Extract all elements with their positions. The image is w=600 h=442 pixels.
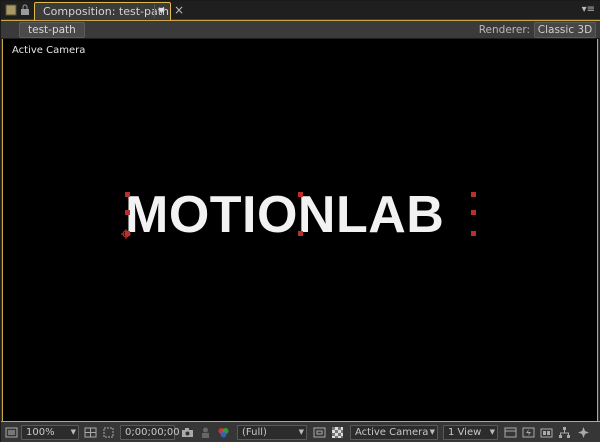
fast-previews-icon[interactable] <box>522 426 535 439</box>
chevron-down-icon: ▼ <box>70 428 76 436</box>
transparency-grid-icon[interactable] <box>331 426 344 439</box>
chevron-down-icon: ▼ <box>489 428 495 436</box>
renderer-label: Renderer: <box>478 24 530 36</box>
snapshot-camera-icon[interactable] <box>181 426 194 439</box>
current-time-display[interactable]: 0;00;00;00 <box>120 425 180 440</box>
3d-view-value: Active Camera <box>355 427 429 438</box>
composition-viewer[interactable]: Active Camera MOTIONLAB <box>2 39 598 421</box>
mask-path-icon[interactable] <box>102 426 115 439</box>
handle-bottom-right[interactable] <box>471 231 476 236</box>
grid-guides-icon[interactable] <box>84 426 97 439</box>
timeline-icon[interactable] <box>540 426 553 439</box>
handle-middle-right[interactable] <box>471 210 476 215</box>
view-layout-dropdown[interactable]: 1 View ▼ <box>443 425 498 440</box>
channel-rgb-icon[interactable] <box>217 426 230 439</box>
tab-composition[interactable]: Composition: test-path ▼ <box>34 2 171 20</box>
3d-view-dropdown[interactable]: Active Camera ▼ <box>350 425 438 440</box>
handle-middle-left[interactable] <box>125 210 130 215</box>
composition-header: test-path Renderer: Classic 3D <box>1 20 600 39</box>
tab-dropdown-icon[interactable]: ▼ <box>154 4 168 18</box>
timecode-value: 0;00;00;00 <box>125 427 180 438</box>
resolution-dropdown[interactable]: (Full) ▼ <box>237 425 307 440</box>
resolution-value: (Full) <box>242 427 267 438</box>
region-of-interest-icon[interactable] <box>313 426 326 439</box>
reset-exposure-icon[interactable] <box>577 426 590 439</box>
handle-top-right[interactable] <box>471 192 476 197</box>
toggle-pixel-aspect-icon[interactable] <box>504 426 517 439</box>
active-camera-label: Active Camera <box>12 45 86 56</box>
magnification-value: 100% <box>26 427 55 438</box>
handle-top-left[interactable] <box>125 192 130 197</box>
always-preview-icon[interactable] <box>5 426 18 439</box>
handle-bottom-center[interactable] <box>298 231 303 236</box>
composition-name-button[interactable]: test-path <box>19 22 85 38</box>
viewer-toolbar: 100% ▼ 0;00;00;00 (Full) ▼ Active Camera… <box>1 421 600 442</box>
tab-composition-label: Composition: test-path <box>43 5 170 18</box>
panel-grip-icon[interactable] <box>5 4 17 16</box>
magnification-dropdown[interactable]: 100% ▼ <box>21 425 79 440</box>
tab-bar: Composition: test-path ▼ × ▾≡ <box>1 1 600 20</box>
panel-menu-icon[interactable]: ▾≡ <box>579 3 595 17</box>
anchor-point-icon[interactable] <box>121 229 131 239</box>
chevron-down-icon: ▼ <box>429 428 435 436</box>
handle-top-center[interactable] <box>298 192 303 197</box>
flowchart-icon[interactable] <box>558 426 571 439</box>
show-snapshot-icon[interactable] <box>199 426 212 439</box>
chevron-down-icon: ▼ <box>298 428 304 436</box>
text-layer-motionlab[interactable]: MOTIONLAB <box>125 189 444 241</box>
lock-icon[interactable] <box>19 4 31 16</box>
renderer-button[interactable]: Classic 3D <box>534 22 596 38</box>
view-layout-value: 1 View <box>448 427 482 438</box>
close-icon[interactable]: × <box>173 3 185 17</box>
composition-panel: Composition: test-path ▼ × ▾≡ test-path … <box>0 0 600 442</box>
